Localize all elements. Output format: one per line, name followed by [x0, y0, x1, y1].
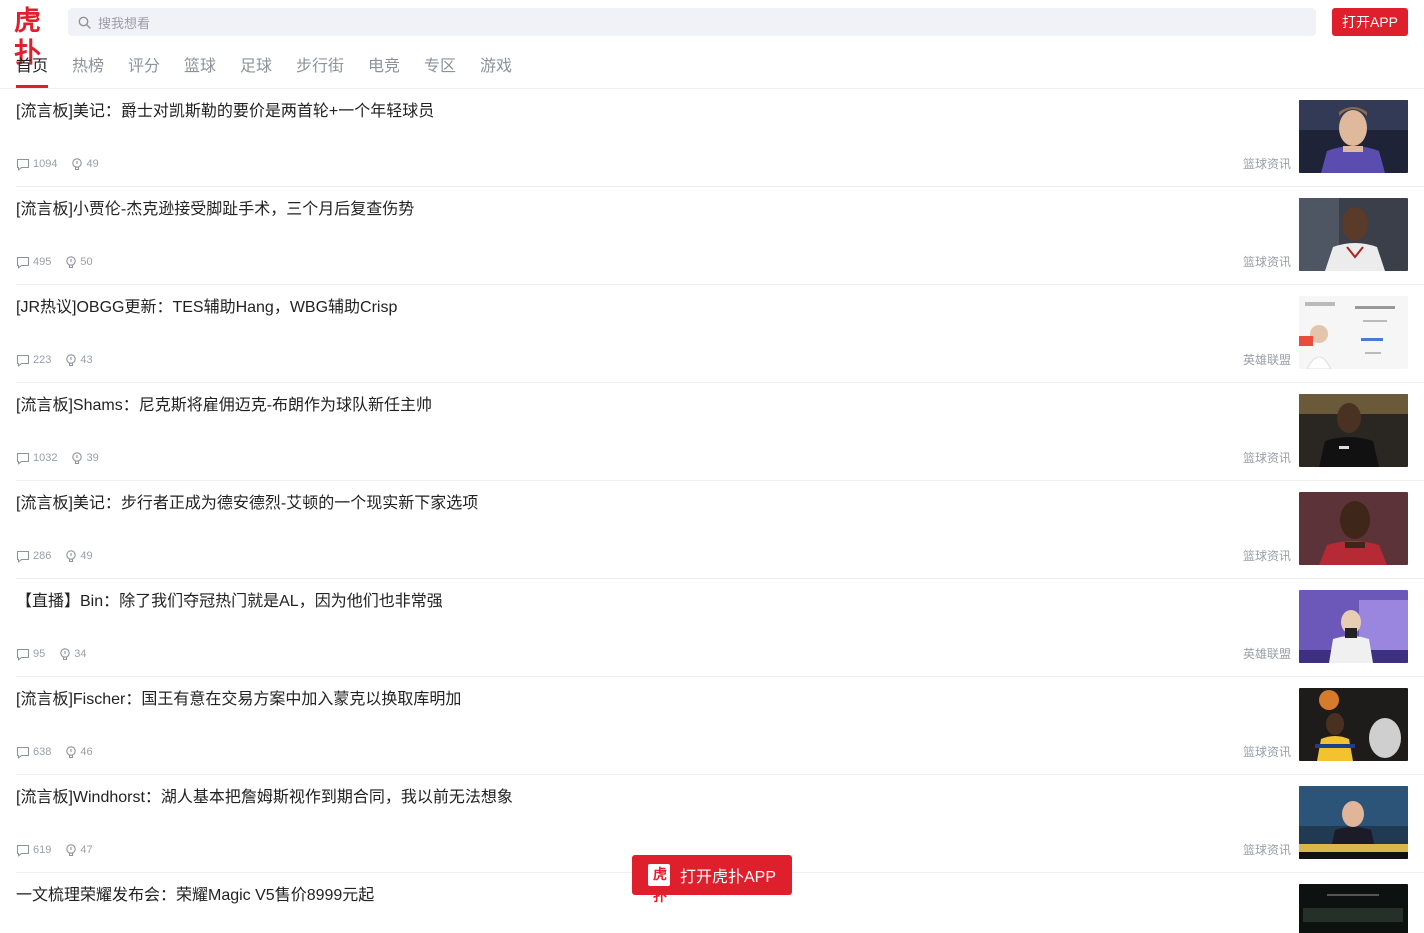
comment-icon [16, 452, 30, 465]
open-app-button[interactable]: 打开APP [1332, 8, 1408, 36]
comment-icon [16, 550, 30, 563]
like-count: 47 [80, 844, 93, 856]
lightbulb-icon [66, 843, 77, 856]
comment-icon [16, 648, 30, 661]
comment-count: 1094 [33, 158, 58, 170]
like-count: 39 [86, 452, 99, 464]
comment-icon [16, 158, 30, 171]
item-category[interactable]: 篮球资讯 [1243, 451, 1291, 465]
comment-count: 495 [33, 256, 52, 268]
like-count: 43 [80, 354, 93, 366]
comment-icon [16, 746, 30, 759]
like-count: 50 [80, 256, 93, 268]
lightbulb-icon [72, 157, 83, 170]
comment-icon [16, 844, 30, 857]
lightbulb-icon [60, 647, 70, 660]
item-meta: 1032 39 [16, 451, 99, 465]
item-meta: 1094 49 [16, 157, 99, 171]
nav-tabs: 首页 热榜 评分 篮球 足球 步行街 电竞 专区 游戏 [0, 52, 1424, 89]
comment-count: 286 [33, 550, 52, 562]
item-title[interactable]: [流言板]Shams：尼克斯将雇佣迈克-布朗作为球队新任主帅 [16, 396, 432, 416]
feed-item[interactable]: [流言板]美记：爵士对凯斯勒的要价是两首轮+一个年轻球员 1094 49 篮球资… [0, 89, 1424, 187]
item-meta: 286 49 [16, 549, 93, 563]
open-hupu-app-button[interactable]: 虎扑 打开虎扑APP [632, 855, 792, 905]
item-meta: 638 46 [16, 745, 93, 759]
tab-pedestrian-street[interactable]: 步行街 [296, 56, 344, 78]
tab-rating[interactable]: 评分 [128, 56, 160, 78]
feed-item[interactable]: [流言板]小贾伦-杰克逊接受脚趾手术，三个月后复查伤势 495 50 篮球资讯 [0, 187, 1424, 285]
feed-item[interactable]: [流言板]Fischer：国王有意在交易方案中加入蒙克以换取库明加 638 46… [0, 677, 1424, 775]
lightbulb-icon [66, 745, 77, 758]
thumbnail-esports-interview[interactable] [1299, 590, 1408, 663]
comment-icon [16, 354, 30, 367]
thumbnail-phone-launch[interactable] [1299, 884, 1408, 933]
comment-count: 638 [33, 746, 52, 758]
comment-count: 223 [33, 354, 52, 366]
item-category[interactable]: 英雄联盟 [1243, 353, 1291, 367]
active-tab-indicator [16, 85, 48, 88]
item-category[interactable]: 英雄联盟 [1243, 647, 1291, 661]
comment-icon [16, 256, 30, 269]
comment-count: 619 [33, 844, 52, 856]
item-category[interactable]: 篮球资讯 [1243, 843, 1291, 857]
lightbulb-icon [66, 353, 77, 366]
thumbnail-player-red-jersey[interactable] [1299, 492, 1408, 565]
search-bar[interactable]: 搜我想看 [68, 8, 1316, 36]
item-title[interactable]: [流言板]Windhorst：湖人基本把詹姆斯视作到期合同，我以前无法想象 [16, 788, 513, 808]
item-title[interactable]: [流言板]美记：步行者正成为德安德烈-艾顿的一个现实新下家选项 [16, 494, 478, 514]
item-title[interactable]: 【直播】Bin：除了我们夺冠热门就是AL，因为他们也非常强 [16, 592, 443, 612]
thumbnail-player-white-jersey[interactable] [1299, 198, 1408, 271]
like-count: 46 [80, 746, 93, 758]
tab-basketball[interactable]: 篮球 [184, 56, 216, 78]
item-category[interactable]: 篮球资讯 [1243, 255, 1291, 269]
thumbnail-esports-card[interactable] [1299, 296, 1408, 369]
item-meta: 223 43 [16, 353, 93, 367]
lightbulb-icon [72, 451, 83, 464]
like-count: 34 [74, 648, 87, 660]
feed-item[interactable]: 【直播】Bin：除了我们夺冠热门就是AL，因为他们也非常强 95 34 英雄联盟 [0, 579, 1424, 677]
tab-zone[interactable]: 专区 [424, 56, 456, 78]
thumbnail-player-shooting[interactable] [1299, 688, 1408, 761]
thumbnail-player-purple-jersey[interactable] [1299, 100, 1408, 173]
item-title[interactable]: [JR热议]OBGG更新：TES辅助Hang，WBG辅助Crisp [16, 298, 397, 318]
item-category[interactable]: 篮球资讯 [1243, 745, 1291, 759]
open-hupu-app-label: 打开虎扑APP [679, 869, 777, 886]
item-title[interactable]: 一文梳理荣耀发布会：荣耀Magic V5售价8999元起 [16, 886, 374, 906]
top-header: 虎扑 搜我想看 打开APP [0, 0, 1424, 69]
feed-item[interactable]: [流言板]Shams：尼克斯将雇佣迈克-布朗作为球队新任主帅 1032 39 篮… [0, 383, 1424, 481]
item-meta: 95 34 [16, 647, 87, 661]
feed-item[interactable]: [JR热议]OBGG更新：TES辅助Hang，WBG辅助Crisp 223 43… [0, 285, 1424, 383]
tab-football[interactable]: 足球 [240, 56, 272, 78]
comment-count: 1032 [33, 452, 58, 464]
item-category[interactable]: 篮球资讯 [1243, 549, 1291, 563]
lightbulb-icon [66, 549, 77, 562]
tab-esports[interactable]: 电竞 [368, 56, 400, 78]
like-count: 49 [86, 158, 99, 170]
comment-count: 95 [33, 648, 46, 660]
item-meta: 495 50 [16, 255, 93, 269]
search-icon [78, 16, 91, 29]
item-title[interactable]: [流言板]Fischer：国王有意在交易方案中加入蒙克以换取库明加 [16, 690, 461, 710]
hupu-logo[interactable]: 虎扑 [14, 6, 52, 69]
hupu-logo-icon: 虎扑 [647, 864, 670, 905]
lightbulb-icon [66, 255, 77, 268]
feed-item[interactable]: [流言板]美记：步行者正成为德安德烈-艾顿的一个现实新下家选项 286 49 篮… [0, 481, 1424, 579]
item-title[interactable]: [流言板]美记：爵士对凯斯勒的要价是两首轮+一个年轻球员 [16, 102, 434, 122]
like-count: 49 [80, 550, 93, 562]
thumbnail-tv-studio[interactable] [1299, 786, 1408, 859]
tab-games[interactable]: 游戏 [480, 56, 512, 78]
thumbnail-coach-black-shirt[interactable] [1299, 394, 1408, 467]
search-placeholder: 搜我想看 [98, 15, 151, 31]
item-category[interactable]: 篮球资讯 [1243, 157, 1291, 171]
item-title[interactable]: [流言板]小贾伦-杰克逊接受脚趾手术，三个月后复查伤势 [16, 200, 414, 220]
tab-hot[interactable]: 热榜 [72, 56, 104, 78]
item-meta: 619 47 [16, 843, 93, 857]
tab-home[interactable]: 首页 [16, 56, 48, 78]
